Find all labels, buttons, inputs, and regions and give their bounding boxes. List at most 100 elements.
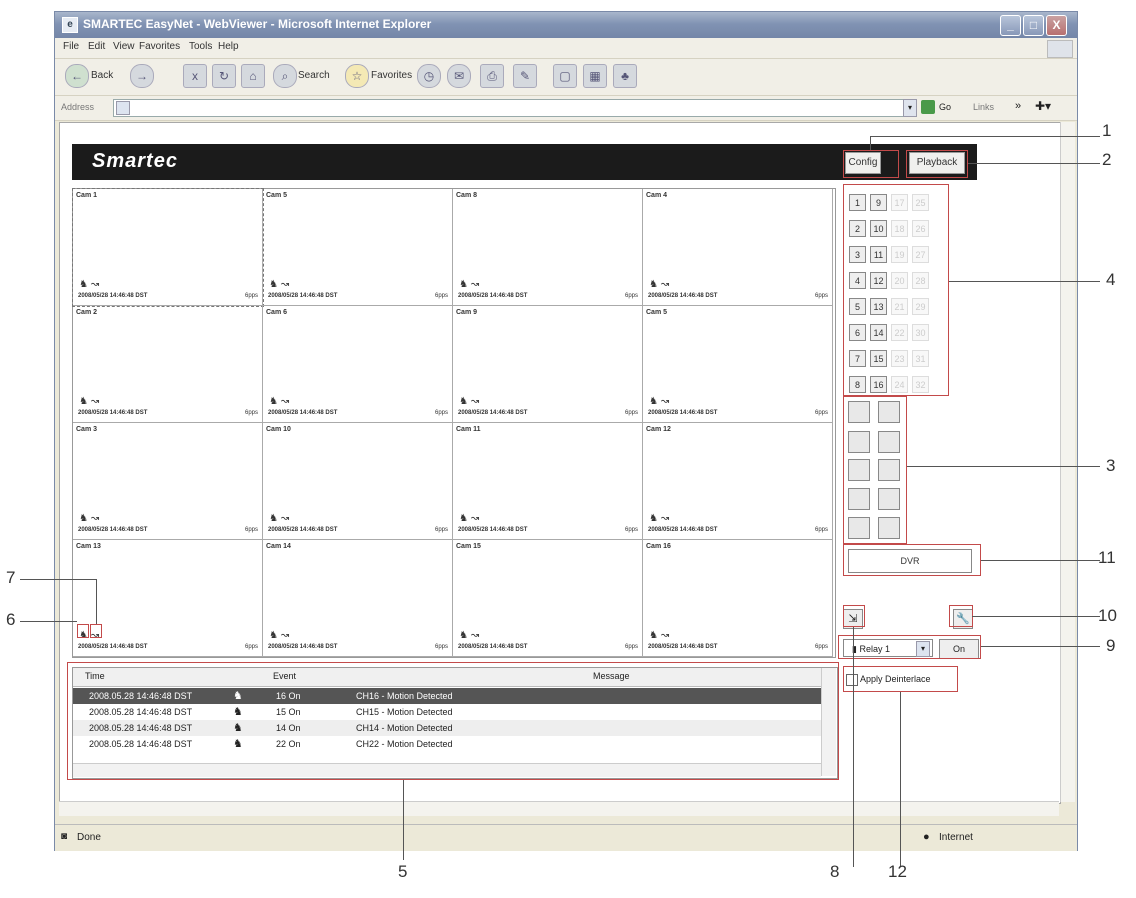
address-bar: Address ▾ Go Links » ✚▾	[55, 96, 1077, 121]
smartec-logo: Smartec	[92, 150, 178, 172]
edit-icon[interactable]: ✎	[513, 64, 537, 88]
favorites-button-label[interactable]: Favorites	[371, 70, 412, 81]
address-dropdown-icon[interactable]: ▾	[903, 99, 917, 117]
camera-timestamp: 2008/05/28 14:46:48 DST	[78, 527, 148, 533]
callout-leader	[981, 646, 1100, 647]
camera-timestamp: 2008/05/28 14:46:48 DST	[648, 644, 718, 650]
camera-tile[interactable]: Cam 9 ♞ ↝ 2008/05/28 14:46:48 DST 6pps	[453, 306, 643, 423]
back-icon[interactable]: ←	[65, 64, 89, 88]
stop-icon[interactable]: x	[183, 64, 207, 88]
forward-icon[interactable]: →	[130, 64, 154, 88]
camera-tile[interactable]: Cam 5 ♞ ↝ 2008/05/28 14:46:48 DST 6pps	[643, 306, 833, 423]
discuss-icon[interactable]: ▢	[553, 64, 577, 88]
camera-name: Cam 4	[646, 192, 668, 199]
menu-tools[interactable]: Tools	[189, 41, 212, 52]
motion-icon: ♞ ↝	[459, 513, 480, 524]
camera-tile[interactable]: Cam 15 ♞ ↝ 2008/05/28 14:46:48 DST 6pps	[453, 540, 643, 657]
camera-tile[interactable]: Cam 8 ♞ ↝ 2008/05/28 14:46:48 DST 6pps	[453, 189, 643, 306]
callout-leader	[981, 560, 1100, 561]
motion-icon: ♞ ↝	[269, 396, 290, 407]
camera-name: Cam 6	[266, 309, 288, 316]
callout-number: 6	[6, 610, 16, 629]
vertical-scrollbar[interactable]	[1060, 122, 1075, 802]
motion-icon: ♞ ↝	[649, 630, 670, 641]
callout-frame	[843, 150, 899, 178]
camera-fps: 6pps	[814, 410, 828, 416]
research-icon[interactable]: ▦	[583, 64, 607, 88]
menu-help[interactable]: Help	[218, 41, 239, 52]
callout-frame	[843, 396, 907, 544]
title-bar: e SMARTEC EasyNet - WebViewer - Microsof…	[55, 12, 1077, 38]
camera-tile[interactable]: Cam 11 ♞ ↝ 2008/05/28 14:46:48 DST 6pps	[453, 423, 643, 540]
mail-icon[interactable]: ✉	[447, 64, 471, 88]
camera-tile[interactable]: Cam 13 ♞ ↝ 2008/05/28 14:46:48 DST 6pps	[73, 540, 263, 657]
minimize-button[interactable]: _	[1000, 15, 1021, 36]
motion-icon: ♞ ↝	[269, 630, 290, 641]
camera-tile[interactable]: Cam 16 ♞ ↝ 2008/05/28 14:46:48 DST 6pps	[643, 540, 833, 657]
motion-icon: ♞ ↝	[79, 279, 100, 290]
search-button-label[interactable]: Search	[298, 70, 330, 81]
callout-number: 12	[888, 862, 907, 881]
history-icon[interactable]: ◷	[417, 64, 441, 88]
motion-icon: ♞ ↝	[459, 396, 480, 407]
camera-tile[interactable]: Cam 1 ♞ ↝ 2008/05/28 14:46:48 DST 6pps	[72, 188, 264, 307]
back-button-label[interactable]: Back	[91, 70, 113, 81]
camera-name: Cam 15	[456, 543, 481, 550]
app-header: Smartec Config Playback	[72, 144, 977, 180]
callout-frame	[843, 184, 949, 396]
camera-timestamp: 2008/05/28 14:46:48 DST	[458, 293, 528, 299]
address-input[interactable]	[113, 99, 915, 117]
extension-icon[interactable]: ✚▾	[1035, 99, 1051, 113]
maximize-button[interactable]: □	[1023, 15, 1044, 36]
callout-leader	[900, 692, 901, 867]
camera-name: Cam 8	[456, 192, 478, 199]
go-icon[interactable]	[921, 100, 935, 114]
windows-logo-icon	[1047, 40, 1073, 58]
camera-name: Cam 16	[646, 543, 671, 550]
camera-tile[interactable]: Cam 14 ♞ ↝ 2008/05/28 14:46:48 DST 6pps	[263, 540, 453, 657]
home-icon[interactable]: ⌂	[241, 64, 265, 88]
motion-icon: ♞ ↝	[79, 513, 100, 524]
search-icon[interactable]: ⌕	[273, 64, 297, 88]
callout-number: 5	[398, 862, 408, 881]
callout-leader	[949, 281, 1100, 282]
motion-icon: ♞ ↝	[649, 279, 670, 290]
camera-name: Cam 3	[76, 426, 98, 433]
camera-name: Cam 9	[456, 309, 478, 316]
camera-fps: 6pps	[624, 410, 638, 416]
callout-leader	[870, 136, 871, 150]
close-button[interactable]: X	[1046, 15, 1067, 36]
messenger-icon[interactable]: ♣	[613, 64, 637, 88]
camera-fps: 6pps	[434, 644, 448, 650]
camera-tile[interactable]: Cam 10 ♞ ↝ 2008/05/28 14:46:48 DST 6pps	[263, 423, 453, 540]
camera-fps: 6pps	[244, 527, 258, 533]
motion-icon: ♞ ↝	[269, 279, 290, 290]
menu-edit[interactable]: Edit	[88, 41, 105, 52]
ie-icon: e	[62, 17, 78, 33]
camera-tile[interactable]: Cam 6 ♞ ↝ 2008/05/28 14:46:48 DST 6pps	[263, 306, 453, 423]
camera-tile[interactable]: Cam 12 ♞ ↝ 2008/05/28 14:46:48 DST 6pps	[643, 423, 833, 540]
callout-frame	[843, 544, 981, 576]
camera-tile[interactable]: Cam 5 ♞ ↝ 2008/05/28 14:46:48 DST 6pps	[263, 189, 453, 306]
camera-tile[interactable]: Cam 4 ♞ ↝ 2008/05/28 14:46:48 DST 6pps	[643, 189, 833, 306]
print-icon[interactable]: ⎙	[480, 64, 504, 88]
links-label[interactable]: Links	[973, 102, 994, 112]
refresh-icon[interactable]: ↻	[212, 64, 236, 88]
callout-leader	[870, 136, 1100, 137]
menu-file[interactable]: File	[63, 41, 79, 52]
favorites-icon[interactable]: ☆	[345, 64, 369, 88]
callout-leader	[907, 466, 1100, 467]
camera-name: Cam 1	[76, 192, 98, 199]
go-button-label[interactable]: Go	[939, 102, 951, 112]
motion-icon: ♞ ↝	[649, 513, 670, 524]
menu-view[interactable]: View	[113, 41, 135, 52]
camera-name: Cam 14	[266, 543, 291, 550]
links-chevron-icon[interactable]: »	[1015, 100, 1021, 112]
callout-frame	[843, 605, 865, 627]
callout-frame	[843, 666, 958, 692]
menu-favorites[interactable]: Favorites	[139, 41, 180, 52]
callout-number: 7	[6, 568, 16, 587]
camera-tile[interactable]: Cam 3 ♞ ↝ 2008/05/28 14:46:48 DST 6pps	[73, 423, 263, 540]
horizontal-scrollbar[interactable]	[59, 801, 1059, 816]
camera-tile[interactable]: Cam 2 ♞ ↝ 2008/05/28 14:46:48 DST 6pps	[73, 306, 263, 423]
